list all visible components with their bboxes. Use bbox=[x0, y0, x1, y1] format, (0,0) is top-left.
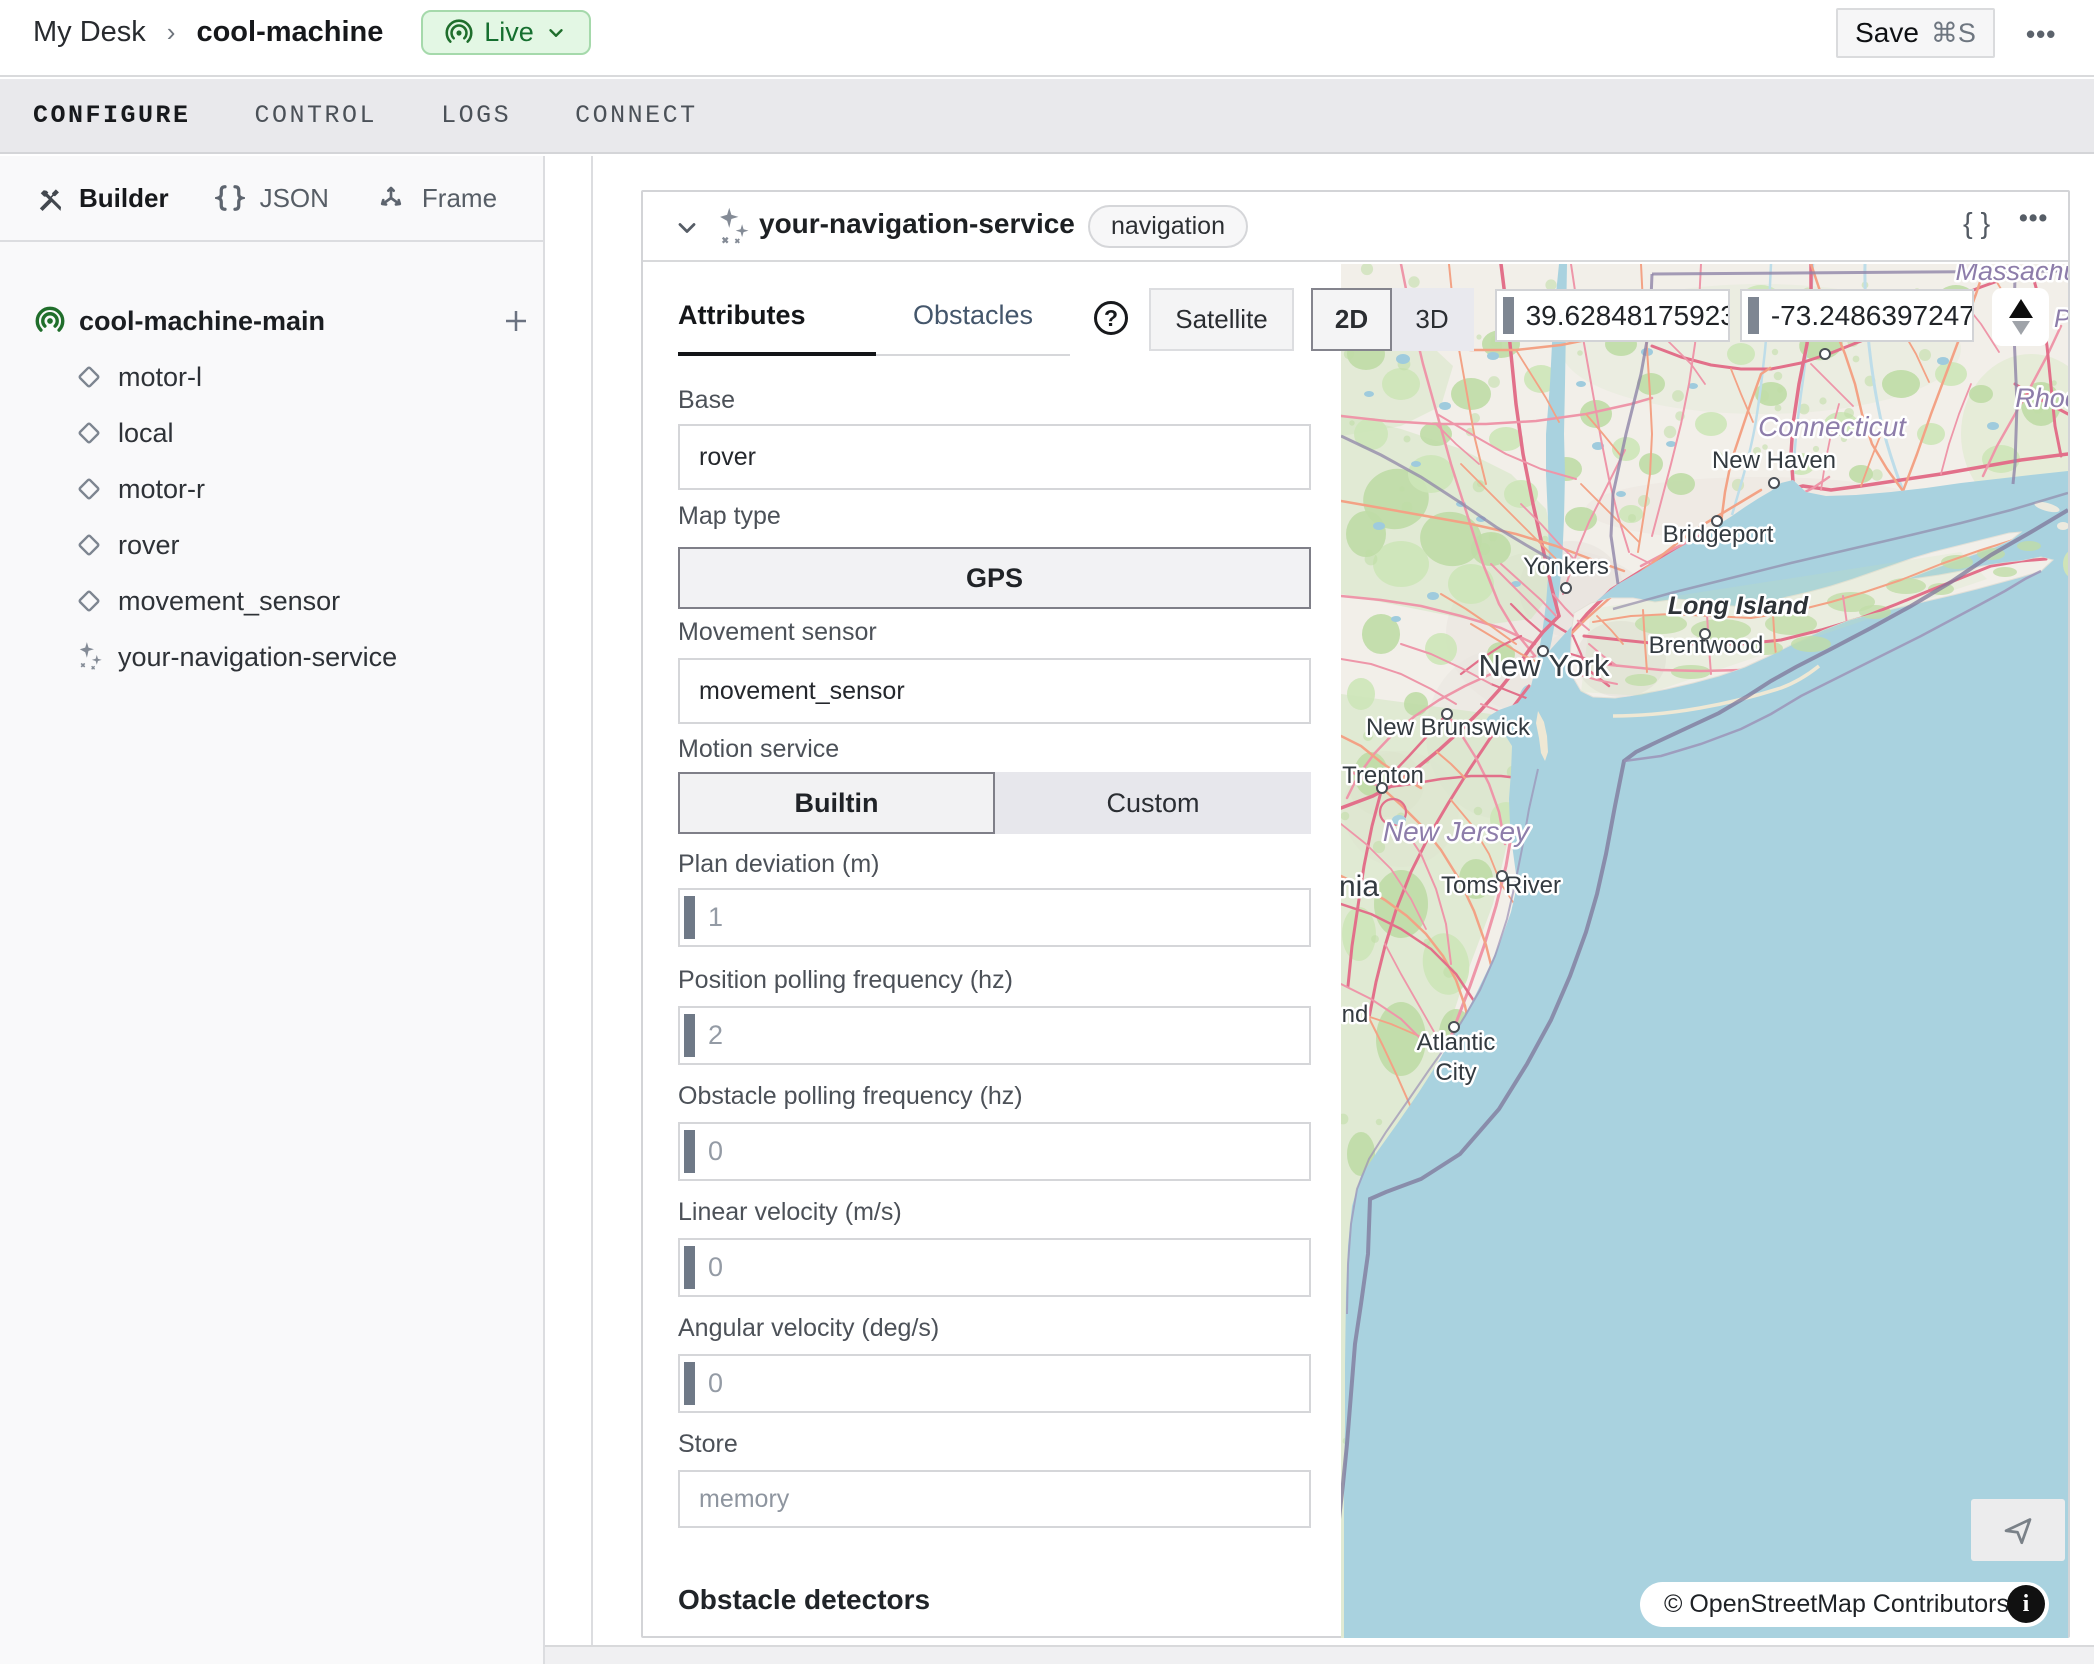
svg-text:New Jersey: New Jersey bbox=[1383, 816, 1531, 847]
svg-text:Yonkers: Yonkers bbox=[1523, 553, 1609, 580]
svg-text:City: City bbox=[1435, 1059, 1476, 1086]
svg-text:Massachu: Massachu bbox=[1955, 264, 2068, 286]
svg-text:nia: nia bbox=[1341, 870, 1379, 903]
svg-text:nd: nd bbox=[1342, 1001, 1369, 1028]
svg-text:Pro: Pro bbox=[2054, 305, 2068, 333]
svg-text:New Haven: New Haven bbox=[1712, 447, 1836, 474]
svg-text:Long Island: Long Island bbox=[1668, 592, 1809, 620]
svg-text:Rhode: Rhode bbox=[2015, 383, 2068, 413]
svg-text:Connecticut: Connecticut bbox=[1758, 411, 1907, 442]
svg-text:Atlantic: Atlantic bbox=[1417, 1029, 1496, 1056]
